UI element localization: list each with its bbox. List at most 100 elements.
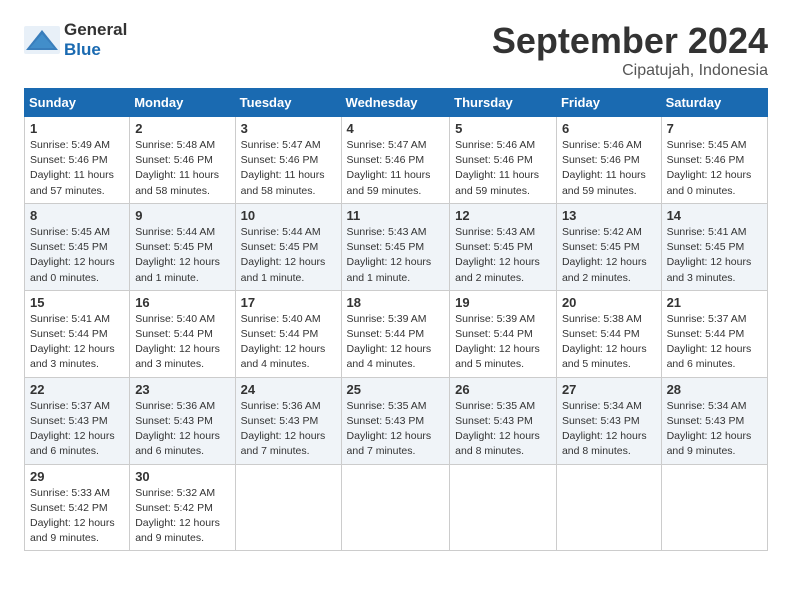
calendar-cell: 25 Sunrise: 5:35 AMSunset: 5:43 PMDayligh… bbox=[341, 377, 450, 464]
day-info: Sunrise: 5:45 AMSunset: 5:46 PMDaylight:… bbox=[667, 138, 762, 199]
weekday-header-saturday: Saturday bbox=[661, 89, 767, 117]
calendar-cell: 24 Sunrise: 5:36 AMSunset: 5:43 PMDayligh… bbox=[235, 377, 341, 464]
weekday-header-wednesday: Wednesday bbox=[341, 89, 450, 117]
day-number: 3 bbox=[241, 121, 336, 136]
calendar-cell: 29 Sunrise: 5:33 AMSunset: 5:42 PMDayligh… bbox=[25, 464, 130, 551]
calendar-week-4: 22 Sunrise: 5:37 AMSunset: 5:43 PMDayligh… bbox=[25, 377, 768, 464]
day-info: Sunrise: 5:49 AMSunset: 5:46 PMDaylight:… bbox=[30, 138, 124, 199]
calendar-cell: 21 Sunrise: 5:37 AMSunset: 5:44 PMDayligh… bbox=[661, 290, 767, 377]
page-header: General Blue September 2024 Cipatujah, I… bbox=[24, 20, 768, 80]
weekday-header-monday: Monday bbox=[130, 89, 235, 117]
day-info: Sunrise: 5:35 AMSunset: 5:43 PMDaylight:… bbox=[347, 399, 445, 460]
day-number: 26 bbox=[455, 382, 551, 397]
day-number: 11 bbox=[347, 208, 445, 223]
calendar-cell: 28Sunrise: 5:34 AMSunset: 5:43 PMDayligh… bbox=[661, 377, 767, 464]
day-number: 27 bbox=[562, 382, 656, 397]
day-number: 23 bbox=[135, 382, 229, 397]
day-number: 12 bbox=[455, 208, 551, 223]
weekday-header-sunday: Sunday bbox=[25, 89, 130, 117]
day-number: 18 bbox=[347, 295, 445, 310]
day-number: 19 bbox=[455, 295, 551, 310]
day-number: 14 bbox=[667, 208, 762, 223]
calendar-cell: 6 Sunrise: 5:46 AMSunset: 5:46 PMDaylight… bbox=[556, 117, 661, 204]
calendar-cell: 7Sunrise: 5:45 AMSunset: 5:46 PMDaylight… bbox=[661, 117, 767, 204]
calendar-cell: 20 Sunrise: 5:38 AMSunset: 5:44 PMDayligh… bbox=[556, 290, 661, 377]
day-info: Sunrise: 5:46 AMSunset: 5:46 PMDaylight:… bbox=[562, 138, 656, 199]
day-info: Sunrise: 5:39 AMSunset: 5:44 PMDaylight:… bbox=[455, 312, 551, 373]
calendar-cell: 15Sunrise: 5:41 AMSunset: 5:44 PMDayligh… bbox=[25, 290, 130, 377]
day-info: Sunrise: 5:44 AMSunset: 5:45 PMDaylight:… bbox=[241, 225, 336, 286]
title-month: September 2024 bbox=[492, 20, 768, 62]
day-info: Sunrise: 5:46 AMSunset: 5:46 PMDaylight:… bbox=[455, 138, 551, 199]
day-info: Sunrise: 5:34 AMSunset: 5:43 PMDaylight:… bbox=[667, 399, 762, 460]
day-number: 21 bbox=[667, 295, 762, 310]
day-info: Sunrise: 5:47 AMSunset: 5:46 PMDaylight:… bbox=[241, 138, 336, 199]
calendar-cell: 9 Sunrise: 5:44 AMSunset: 5:45 PMDaylight… bbox=[130, 203, 235, 290]
weekday-header-friday: Friday bbox=[556, 89, 661, 117]
calendar-cell: 10 Sunrise: 5:44 AMSunset: 5:45 PMDayligh… bbox=[235, 203, 341, 290]
calendar-cell: 26 Sunrise: 5:35 AMSunset: 5:43 PMDayligh… bbox=[450, 377, 557, 464]
weekday-header-tuesday: Tuesday bbox=[235, 89, 341, 117]
day-number: 10 bbox=[241, 208, 336, 223]
day-number: 9 bbox=[135, 208, 229, 223]
calendar-table: SundayMondayTuesdayWednesdayThursdayFrid… bbox=[24, 88, 768, 551]
day-number: 1 bbox=[30, 121, 124, 136]
calendar-cell bbox=[450, 464, 557, 551]
day-info: Sunrise: 5:38 AMSunset: 5:44 PMDaylight:… bbox=[562, 312, 656, 373]
day-info: Sunrise: 5:43 AMSunset: 5:45 PMDaylight:… bbox=[455, 225, 551, 286]
calendar-cell: 5 Sunrise: 5:46 AMSunset: 5:46 PMDaylight… bbox=[450, 117, 557, 204]
day-number: 30 bbox=[135, 469, 229, 484]
day-number: 5 bbox=[455, 121, 551, 136]
day-info: Sunrise: 5:33 AMSunset: 5:42 PMDaylight:… bbox=[30, 486, 124, 547]
logo-icon bbox=[24, 26, 60, 54]
day-number: 20 bbox=[562, 295, 656, 310]
calendar-week-3: 15Sunrise: 5:41 AMSunset: 5:44 PMDayligh… bbox=[25, 290, 768, 377]
day-number: 13 bbox=[562, 208, 656, 223]
calendar-cell: 3 Sunrise: 5:47 AMSunset: 5:46 PMDaylight… bbox=[235, 117, 341, 204]
day-info: Sunrise: 5:36 AMSunset: 5:43 PMDaylight:… bbox=[241, 399, 336, 460]
calendar-cell: 2Sunrise: 5:48 AMSunset: 5:46 PMDaylight… bbox=[130, 117, 235, 204]
calendar-cell: 14Sunrise: 5:41 AMSunset: 5:45 PMDayligh… bbox=[661, 203, 767, 290]
calendar-cell: 22 Sunrise: 5:37 AMSunset: 5:43 PMDayligh… bbox=[25, 377, 130, 464]
day-number: 24 bbox=[241, 382, 336, 397]
day-info: Sunrise: 5:35 AMSunset: 5:43 PMDaylight:… bbox=[455, 399, 551, 460]
calendar-cell: 17 Sunrise: 5:40 AMSunset: 5:44 PMDayligh… bbox=[235, 290, 341, 377]
day-info: Sunrise: 5:47 AMSunset: 5:46 PMDaylight:… bbox=[347, 138, 445, 199]
day-number: 16 bbox=[135, 295, 229, 310]
logo: General Blue bbox=[24, 20, 127, 60]
day-info: Sunrise: 5:44 AMSunset: 5:45 PMDaylight:… bbox=[135, 225, 229, 286]
title-block: September 2024 Cipatujah, Indonesia bbox=[492, 20, 768, 80]
weekday-header-thursday: Thursday bbox=[450, 89, 557, 117]
calendar-cell: 30Sunrise: 5:32 AMSunset: 5:42 PMDayligh… bbox=[130, 464, 235, 551]
calendar-cell: 1 Sunrise: 5:49 AMSunset: 5:46 PMDaylight… bbox=[25, 117, 130, 204]
day-number: 15 bbox=[30, 295, 124, 310]
calendar-cell bbox=[661, 464, 767, 551]
calendar-cell: 27 Sunrise: 5:34 AMSunset: 5:43 PMDayligh… bbox=[556, 377, 661, 464]
day-number: 2 bbox=[135, 121, 229, 136]
title-location: Cipatujah, Indonesia bbox=[492, 62, 768, 80]
calendar-cell: 18Sunrise: 5:39 AMSunset: 5:44 PMDayligh… bbox=[341, 290, 450, 377]
day-number: 25 bbox=[347, 382, 445, 397]
calendar-week-1: 1 Sunrise: 5:49 AMSunset: 5:46 PMDaylight… bbox=[25, 117, 768, 204]
calendar-week-5: 29 Sunrise: 5:33 AMSunset: 5:42 PMDayligh… bbox=[25, 464, 768, 551]
day-number: 29 bbox=[30, 469, 124, 484]
calendar-cell: 4Sunrise: 5:47 AMSunset: 5:46 PMDaylight… bbox=[341, 117, 450, 204]
day-info: Sunrise: 5:36 AMSunset: 5:43 PMDaylight:… bbox=[135, 399, 229, 460]
calendar-cell: 13Sunrise: 5:42 AMSunset: 5:45 PMDayligh… bbox=[556, 203, 661, 290]
day-info: Sunrise: 5:37 AMSunset: 5:43 PMDaylight:… bbox=[30, 399, 124, 460]
weekday-header-row: SundayMondayTuesdayWednesdayThursdayFrid… bbox=[25, 89, 768, 117]
day-number: 6 bbox=[562, 121, 656, 136]
calendar-cell bbox=[556, 464, 661, 551]
logo-blue: Blue bbox=[64, 40, 101, 59]
day-number: 22 bbox=[30, 382, 124, 397]
day-info: Sunrise: 5:34 AMSunset: 5:43 PMDaylight:… bbox=[562, 399, 656, 460]
day-number: 17 bbox=[241, 295, 336, 310]
day-info: Sunrise: 5:40 AMSunset: 5:44 PMDaylight:… bbox=[241, 312, 336, 373]
calendar-cell bbox=[235, 464, 341, 551]
day-info: Sunrise: 5:37 AMSunset: 5:44 PMDaylight:… bbox=[667, 312, 762, 373]
day-info: Sunrise: 5:45 AMSunset: 5:45 PMDaylight:… bbox=[30, 225, 124, 286]
calendar-cell: 16 Sunrise: 5:40 AMSunset: 5:44 PMDayligh… bbox=[130, 290, 235, 377]
day-info: Sunrise: 5:40 AMSunset: 5:44 PMDaylight:… bbox=[135, 312, 229, 373]
day-info: Sunrise: 5:43 AMSunset: 5:45 PMDaylight:… bbox=[347, 225, 445, 286]
logo-general: General bbox=[64, 20, 127, 39]
